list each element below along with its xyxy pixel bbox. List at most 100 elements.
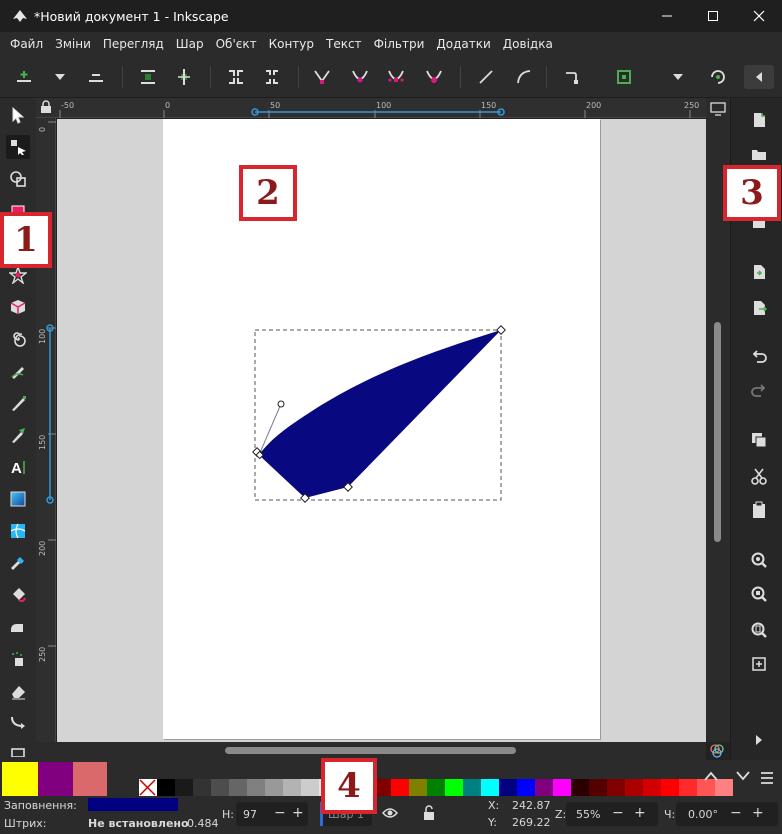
insert-node-icon[interactable] <box>12 65 36 89</box>
color-swatch[interactable] <box>73 762 107 796</box>
gradient-tool-icon[interactable] <box>6 487 30 511</box>
close-icon[interactable] <box>736 0 782 32</box>
menu-filters[interactable]: Фільтри <box>368 37 431 51</box>
horizontal-scroll-thumb[interactable] <box>225 747 516 754</box>
color-swatch[interactable] <box>679 779 697 796</box>
blue-path-shape[interactable] <box>259 330 501 498</box>
color-swatch[interactable] <box>571 779 589 796</box>
spray-tool-icon-2[interactable] <box>6 647 30 671</box>
color-swatch[interactable] <box>211 779 229 796</box>
rotation-value[interactable]: 0.00° <box>688 808 718 821</box>
symmetric-node-icon[interactable] <box>384 65 408 89</box>
color-swatch[interactable] <box>283 779 301 796</box>
menu-view[interactable]: Перегляд <box>97 37 170 51</box>
menu-object[interactable]: Об'єкт <box>210 37 263 51</box>
show-handles-icon[interactable] <box>706 65 730 89</box>
color-swatch[interactable] <box>625 779 643 796</box>
auto-smooth-node-icon[interactable] <box>422 65 446 89</box>
color-swatch[interactable] <box>643 779 661 796</box>
cut-icon[interactable] <box>747 464 771 488</box>
color-swatch[interactable] <box>301 779 319 796</box>
collapse-icon[interactable] <box>744 65 774 89</box>
scroll-palette-down-icon[interactable] <box>736 770 750 784</box>
menu-help[interactable]: Довідка <box>497 37 559 51</box>
undo-icon[interactable] <box>747 344 771 368</box>
text-tool-icon[interactable]: A <box>6 455 30 479</box>
menu-path[interactable]: Контур <box>263 37 320 51</box>
break-path-icon[interactable] <box>172 65 196 89</box>
stroke-indicator[interactable]: Не встановлено <box>88 817 189 830</box>
pen-tool-icon[interactable] <box>6 391 30 415</box>
rotate-ccw-icon[interactable]: − <box>730 805 742 821</box>
new-document-icon[interactable] <box>747 108 771 132</box>
cusp-node-icon[interactable] <box>310 65 334 89</box>
delete-node-icon[interactable] <box>84 65 108 89</box>
color-swatch[interactable] <box>499 779 517 796</box>
minimize-icon[interactable] <box>644 0 690 32</box>
paste-icon[interactable] <box>747 498 771 522</box>
zoom-center-icon[interactable] <box>747 652 771 676</box>
copy-icon[interactable] <box>747 428 771 452</box>
menu-text[interactable]: Текст <box>320 37 368 51</box>
calligraphy-tool-icon[interactable] <box>6 423 30 447</box>
redo-icon[interactable] <box>747 378 771 402</box>
color-swatch[interactable] <box>427 779 445 796</box>
color-swatch[interactable] <box>247 779 265 796</box>
zoom-in-icon[interactable]: + <box>634 805 646 821</box>
color-swatch[interactable] <box>38 762 73 796</box>
join-nodes-icon[interactable] <box>136 65 160 89</box>
measure-tool-icon[interactable] <box>6 743 30 757</box>
menu-file[interactable]: Файл <box>4 37 49 51</box>
tweak-tool-icon[interactable] <box>6 167 30 191</box>
join-segment-icon[interactable] <box>224 65 248 89</box>
zoom-out-icon[interactable]: − <box>612 805 624 821</box>
color-management-icon[interactable] <box>708 742 728 760</box>
color-swatch[interactable] <box>589 779 607 796</box>
stroke-to-path-icon[interactable] <box>612 65 636 89</box>
color-swatch[interactable] <box>157 779 175 796</box>
zoom-value[interactable]: 55% <box>576 808 600 821</box>
selector-icon[interactable] <box>6 103 30 127</box>
stroke-width-value[interactable]: 0.484 <box>187 817 219 830</box>
color-swatch[interactable] <box>463 779 481 796</box>
delete-segment-icon[interactable] <box>260 65 284 89</box>
insert-node-dropdown-icon[interactable] <box>48 65 72 89</box>
color-swatch[interactable] <box>481 779 499 796</box>
spray-tool-icon[interactable] <box>6 615 30 639</box>
no-paint-swatch[interactable] <box>139 779 157 796</box>
menu-extensions[interactable]: Додатки <box>430 37 496 51</box>
fill-indicator[interactable] <box>88 798 178 811</box>
node-tool-icon[interactable] <box>6 135 30 159</box>
rotate-cw-icon[interactable]: + <box>752 805 764 821</box>
vertical-scroll-thumb[interactable] <box>714 322 721 542</box>
color-swatch[interactable] <box>661 779 679 796</box>
color-swatch[interactable] <box>409 779 427 796</box>
color-swatch[interactable] <box>193 779 211 796</box>
connector-tool-icon[interactable] <box>6 711 30 735</box>
color-swatch[interactable] <box>535 779 553 796</box>
segment-curve-icon[interactable] <box>512 65 536 89</box>
bezier-handle[interactable] <box>277 400 285 408</box>
color-swatch[interactable] <box>553 779 571 796</box>
maximize-icon[interactable] <box>690 0 736 32</box>
palette-menu-icon[interactable] <box>760 772 774 787</box>
spiral-tool-icon[interactable] <box>6 327 30 351</box>
layer-visibility-icon[interactable] <box>382 807 398 822</box>
canvas-area[interactable] <box>57 119 706 742</box>
more-controls-icon[interactable] <box>666 65 690 89</box>
color-swatch[interactable] <box>2 762 38 796</box>
pencil-tool-icon[interactable] <box>6 359 30 383</box>
color-swatch[interactable] <box>175 779 193 796</box>
zoom-selection-icon[interactable] <box>747 582 771 606</box>
eraser-tool-icon[interactable] <box>6 679 30 703</box>
color-swatch[interactable] <box>517 779 535 796</box>
color-swatch[interactable] <box>445 779 463 796</box>
object-to-path-icon[interactable] <box>560 65 584 89</box>
h-value[interactable]: 97 <box>243 808 257 821</box>
zoom-page-icon[interactable] <box>747 618 771 642</box>
open-document-icon[interactable] <box>747 142 771 166</box>
menu-layer[interactable]: Шар <box>170 37 210 51</box>
import-icon[interactable] <box>747 260 771 284</box>
color-swatch[interactable] <box>229 779 247 796</box>
export-icon[interactable] <box>747 296 771 320</box>
